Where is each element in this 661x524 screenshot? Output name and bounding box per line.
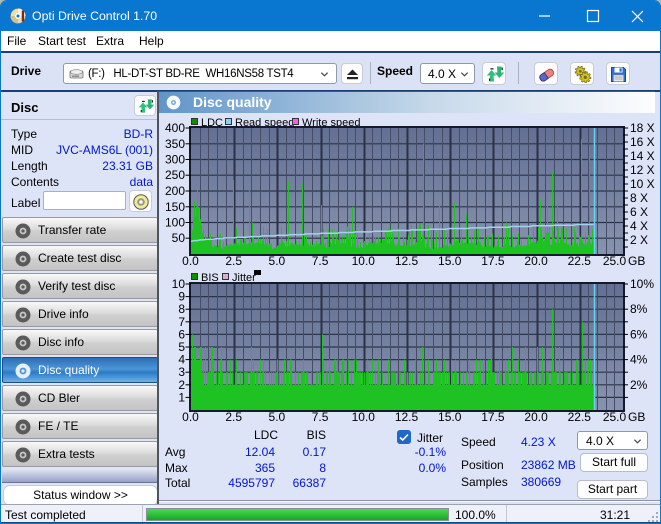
svg-text:7.5: 7.5 <box>312 410 329 424</box>
svg-text:14 X: 14 X <box>630 149 655 163</box>
svg-text:GB: GB <box>628 254 645 268</box>
svg-text:2%: 2% <box>630 378 648 392</box>
svg-text:250: 250 <box>165 168 185 182</box>
svg-text:350: 350 <box>165 137 185 151</box>
svg-text:10.0: 10.0 <box>352 410 376 424</box>
svg-text:10 X: 10 X <box>630 177 655 191</box>
svg-text:8%: 8% <box>630 302 648 316</box>
svg-text:22.5: 22.5 <box>568 410 592 424</box>
svg-text:0.0: 0.0 <box>182 410 199 424</box>
svg-text:5.0: 5.0 <box>269 410 286 424</box>
svg-text:50: 50 <box>172 231 186 245</box>
svg-text:12.5: 12.5 <box>395 410 419 424</box>
svg-text:4 X: 4 X <box>630 219 648 233</box>
svg-text:200: 200 <box>165 184 185 198</box>
svg-text:15.0: 15.0 <box>438 254 462 268</box>
svg-text:10%: 10% <box>630 277 654 291</box>
svg-text:400: 400 <box>165 121 185 135</box>
svg-text:9: 9 <box>178 290 185 304</box>
svg-text:GB: GB <box>628 410 645 424</box>
svg-text:1: 1 <box>178 390 185 404</box>
svg-text:150: 150 <box>165 200 185 214</box>
svg-text:3: 3 <box>178 365 185 379</box>
svg-text:10: 10 <box>172 277 186 291</box>
svg-text:6%: 6% <box>630 327 648 341</box>
svg-text:25.0: 25.0 <box>603 254 627 268</box>
svg-text:12.5: 12.5 <box>395 254 419 268</box>
svg-text:100: 100 <box>165 216 185 230</box>
svg-text:10.0: 10.0 <box>352 254 376 268</box>
svg-text:7: 7 <box>178 315 185 329</box>
svg-text:5.0: 5.0 <box>269 254 286 268</box>
svg-text:12 X: 12 X <box>630 163 655 177</box>
svg-text:17.5: 17.5 <box>481 254 505 268</box>
svg-text:5: 5 <box>178 340 185 354</box>
svg-text:15.0: 15.0 <box>438 410 462 424</box>
svg-text:2 X: 2 X <box>630 233 648 247</box>
svg-text:300: 300 <box>165 153 185 167</box>
svg-text:16 X: 16 X <box>630 135 655 149</box>
svg-text:20.0: 20.0 <box>524 410 548 424</box>
svg-text:17.5: 17.5 <box>481 410 505 424</box>
svg-text:2.5: 2.5 <box>225 410 242 424</box>
svg-text:6 X: 6 X <box>630 205 648 219</box>
svg-text:8: 8 <box>178 302 185 316</box>
svg-text:6: 6 <box>178 327 185 341</box>
svg-text:20.0: 20.0 <box>524 254 548 268</box>
svg-text:18 X: 18 X <box>630 121 655 135</box>
svg-text:4: 4 <box>178 353 185 367</box>
svg-text:25.0: 25.0 <box>603 410 627 424</box>
svg-text:8 X: 8 X <box>630 191 648 205</box>
svg-text:7.5: 7.5 <box>312 254 329 268</box>
svg-text:2: 2 <box>178 378 185 392</box>
svg-text:0.0: 0.0 <box>182 254 199 268</box>
svg-text:4%: 4% <box>630 353 648 367</box>
svg-text:2.5: 2.5 <box>225 254 242 268</box>
svg-text:22.5: 22.5 <box>568 254 592 268</box>
